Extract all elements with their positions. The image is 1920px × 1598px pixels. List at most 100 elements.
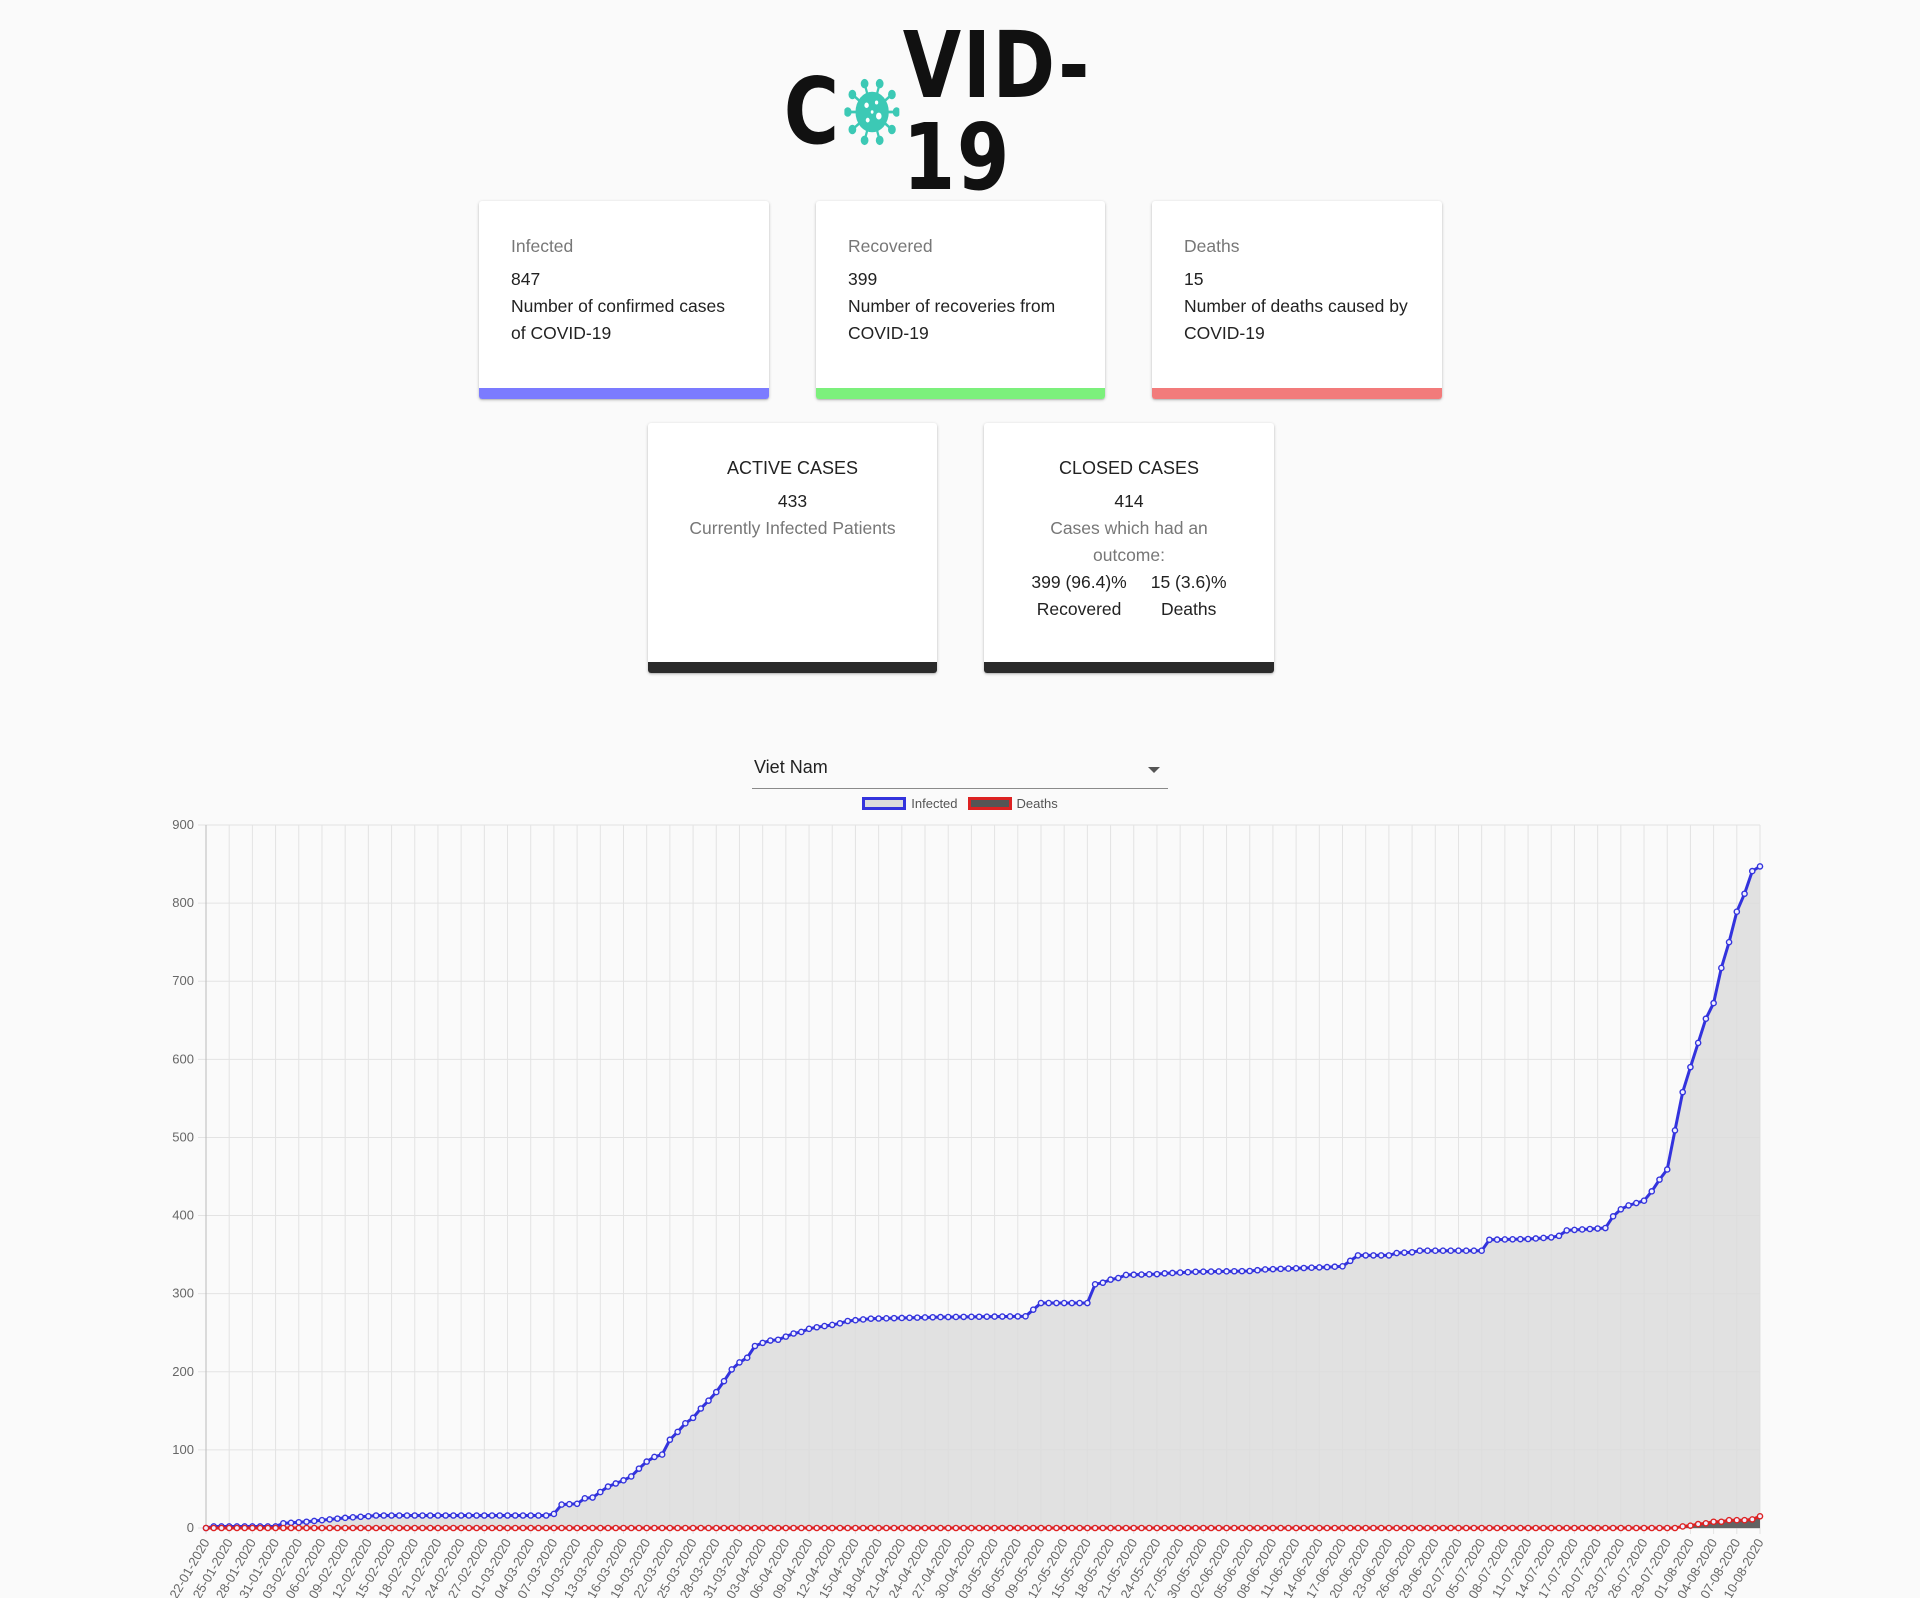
chart-legend: Infected Deaths — [0, 796, 1920, 811]
data-point-infected — [1640, 1197, 1648, 1205]
data-point-infected — [821, 1322, 828, 1330]
data-point-infected — [1532, 1235, 1540, 1242]
data-point-infected — [798, 1328, 805, 1336]
data-point-deaths — [1377, 1524, 1385, 1532]
data-point-infected — [604, 1483, 612, 1490]
data-point-deaths — [380, 1524, 388, 1532]
country-select[interactable]: Viet Nam — [752, 752, 1168, 789]
data-point-deaths — [1493, 1524, 1501, 1532]
data-point-infected — [380, 1512, 388, 1519]
data-point-infected — [1725, 938, 1733, 946]
data-point-infected — [357, 1513, 364, 1521]
data-point-infected — [426, 1512, 434, 1519]
data-point-deaths — [1431, 1524, 1439, 1532]
data-point-infected — [736, 1359, 743, 1366]
data-point-infected — [403, 1512, 411, 1519]
data-point-infected — [1524, 1235, 1532, 1243]
data-point-infected — [1439, 1247, 1447, 1255]
data-point-infected — [1300, 1264, 1308, 1272]
data-point-infected — [968, 1313, 975, 1321]
data-point-infected — [1323, 1263, 1331, 1271]
data-point-infected — [1602, 1224, 1609, 1232]
data-point-deaths — [821, 1524, 828, 1532]
data-point-deaths — [968, 1524, 975, 1532]
chevron-down-icon[interactable] — [1148, 767, 1160, 773]
data-point-infected — [558, 1501, 565, 1508]
data-point-infected — [1424, 1247, 1431, 1255]
data-point-deaths — [326, 1524, 334, 1532]
data-point-deaths — [280, 1524, 287, 1532]
data-point-infected — [287, 1519, 295, 1527]
data-point-deaths — [1230, 1524, 1238, 1532]
data-point-infected — [674, 1428, 681, 1436]
outcome-deaths: 15 (3.6)% Deaths — [1151, 569, 1227, 623]
data-point-infected — [782, 1333, 790, 1340]
data-point-deaths — [295, 1524, 303, 1532]
data-point-deaths — [1702, 1520, 1710, 1527]
data-point-infected — [1285, 1265, 1292, 1272]
data-point-infected — [1107, 1276, 1114, 1283]
data-point-deaths — [1718, 1518, 1725, 1526]
data-point-deaths — [1122, 1524, 1130, 1532]
data-point-infected — [983, 1313, 991, 1320]
card-description: Number of deaths caused by COVID-19 — [1184, 296, 1408, 343]
data-point-deaths — [1547, 1524, 1555, 1532]
data-point-infected — [411, 1512, 419, 1519]
data-point-deaths — [1308, 1524, 1315, 1532]
data-point-deaths — [1517, 1524, 1524, 1532]
outcome-recovered-label: Recovered — [1036, 599, 1122, 619]
data-point-infected — [643, 1458, 650, 1465]
data-point-deaths — [890, 1524, 898, 1532]
covid19-logo: C VID-19 — [745, 20, 1175, 204]
data-point-deaths — [697, 1524, 705, 1532]
legend-swatch-deaths — [967, 797, 1012, 810]
y-tick-label: 900 — [172, 817, 194, 832]
data-point-deaths — [674, 1524, 681, 1532]
data-point-deaths — [712, 1524, 720, 1532]
data-point-deaths — [627, 1524, 635, 1532]
data-point-infected — [1053, 1299, 1060, 1307]
data-point-infected — [349, 1514, 357, 1521]
data-point-deaths — [519, 1524, 527, 1532]
data-point-deaths — [349, 1524, 357, 1532]
data-point-deaths — [210, 1524, 218, 1532]
data-point-infected — [295, 1518, 303, 1526]
data-point-deaths — [1725, 1516, 1733, 1524]
data-point-deaths — [450, 1524, 457, 1532]
data-point-infected — [1733, 908, 1741, 915]
data-point-deaths — [759, 1524, 766, 1532]
data-point-deaths — [983, 1524, 991, 1532]
data-point-infected — [1408, 1248, 1416, 1256]
legend-label-infected: Infected — [911, 796, 958, 811]
y-tick-label: 300 — [172, 1286, 194, 1301]
data-point-deaths — [1215, 1524, 1223, 1532]
data-point-infected — [898, 1314, 906, 1322]
data-point-infected — [1238, 1267, 1246, 1275]
data-point-deaths — [643, 1524, 650, 1532]
data-point-deaths — [1076, 1524, 1083, 1532]
data-point-deaths — [1578, 1524, 1586, 1532]
data-point-deaths — [767, 1524, 774, 1532]
virus-icon — [843, 78, 900, 146]
y-tick-label: 500 — [172, 1129, 194, 1144]
data-point-infected — [960, 1313, 967, 1321]
legend-item-deaths[interactable]: Deaths — [967, 796, 1058, 811]
data-point-deaths — [488, 1524, 496, 1532]
data-point-infected — [1748, 867, 1756, 875]
card-description: Number of confirmed cases of COVID-19 — [511, 296, 725, 343]
data-point-infected — [890, 1314, 898, 1322]
data-point-deaths — [1555, 1524, 1563, 1532]
data-point-infected — [1292, 1264, 1300, 1272]
data-point-deaths — [581, 1524, 589, 1532]
data-point-infected — [929, 1313, 937, 1321]
data-point-infected — [481, 1512, 488, 1519]
legend-item-infected[interactable]: Infected — [862, 796, 958, 811]
closed-cases-card: CLOSED CASES 414 Cases which had an outc… — [984, 423, 1274, 673]
infected-color-bar — [479, 388, 769, 399]
data-point-infected — [1346, 1257, 1354, 1265]
data-point-deaths — [1006, 1524, 1014, 1532]
data-point-deaths — [1246, 1524, 1254, 1532]
data-point-infected — [682, 1420, 689, 1427]
deaths-color-bar — [1152, 388, 1442, 399]
data-point-deaths — [419, 1524, 426, 1532]
